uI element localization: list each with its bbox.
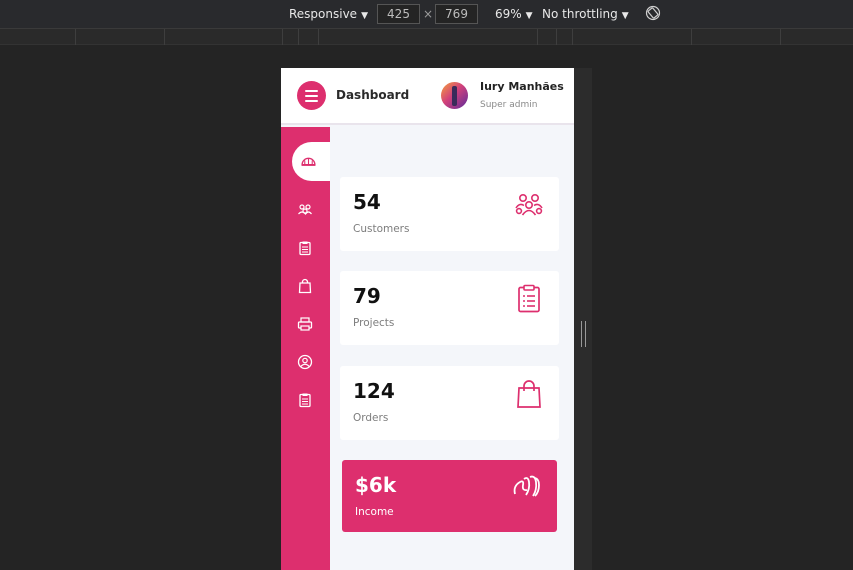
sidebar-item-projects[interactable] — [295, 238, 315, 258]
user-name: Iury Manhães — [480, 80, 564, 93]
throttling-select[interactable]: No throttling ▼ — [542, 7, 629, 21]
printer-icon — [297, 317, 313, 331]
menu-icon — [305, 90, 318, 92]
device-dropdown-icon: ▼ — [361, 11, 368, 21]
card-value: 79 — [353, 284, 381, 308]
user-role: Super admin — [480, 100, 538, 110]
top-bar: Dashboard Iury Manhães Super admin — [281, 68, 574, 125]
width-input[interactable]: 425 — [377, 4, 420, 24]
viewport-resize-handle[interactable] — [581, 321, 586, 347]
device-select[interactable]: Responsive ▼ — [289, 7, 368, 21]
sidebar-item-orders[interactable] — [295, 276, 315, 296]
sidebar-item-print[interactable] — [295, 314, 315, 334]
clipboard-icon — [299, 393, 311, 408]
zoom-dropdown-icon: ▼ — [525, 11, 533, 21]
page-title: Dashboard — [336, 88, 410, 102]
rotate-button[interactable] — [645, 5, 661, 24]
throttling-label: No throttling — [542, 7, 618, 21]
avatar[interactable] — [441, 82, 468, 109]
height-input[interactable]: 769 — [435, 4, 478, 24]
dimension-separator: × — [423, 7, 434, 21]
shopping-bag-icon — [298, 278, 312, 294]
sidebar — [281, 127, 330, 570]
sidebar-item-account[interactable] — [295, 352, 315, 372]
customers-card[interactable]: 54 Customers — [340, 177, 559, 251]
sidebar-item-reports[interactable] — [295, 390, 315, 410]
card-value: 54 — [353, 190, 381, 214]
payment-icon — [513, 475, 540, 497]
card-label: Income — [355, 506, 394, 518]
viewport-side-panel — [574, 68, 592, 570]
card-label: Projects — [353, 317, 395, 329]
rotate-icon — [645, 5, 661, 21]
card-label: Orders — [353, 412, 389, 424]
menu-button[interactable] — [297, 81, 326, 110]
clipboard-list-icon — [518, 284, 540, 313]
user-circle-icon — [297, 354, 313, 370]
card-value: $6k — [355, 473, 397, 497]
clipboard-icon — [299, 241, 311, 256]
dashboard-icon — [301, 157, 316, 166]
device-label: Responsive — [289, 7, 358, 21]
zoom-select[interactable]: 69% ▼ — [495, 7, 533, 21]
income-card[interactable]: $6k Income — [342, 460, 557, 532]
users-icon — [515, 194, 543, 216]
throttling-dropdown-icon: ▼ — [621, 11, 629, 21]
projects-card[interactable]: 79 Projects — [340, 271, 559, 345]
device-toolbar: Responsive ▼ 425 × 769 69% ▼ No throttling… — [0, 0, 853, 28]
media-query-ruler — [0, 28, 853, 45]
orders-card[interactable]: 124 Orders — [340, 366, 559, 440]
card-value: 124 — [353, 379, 395, 403]
shopping-bag-icon — [517, 380, 541, 408]
sidebar-item-dashboard[interactable] — [292, 142, 330, 181]
zoom-label: 69% — [495, 7, 522, 21]
emulated-viewport: Dashboard Iury Manhães Super admin 54 Cu… — [281, 68, 574, 570]
users-icon — [298, 204, 312, 215]
card-label: Customers — [353, 223, 410, 235]
sidebar-item-customers[interactable] — [295, 200, 315, 220]
